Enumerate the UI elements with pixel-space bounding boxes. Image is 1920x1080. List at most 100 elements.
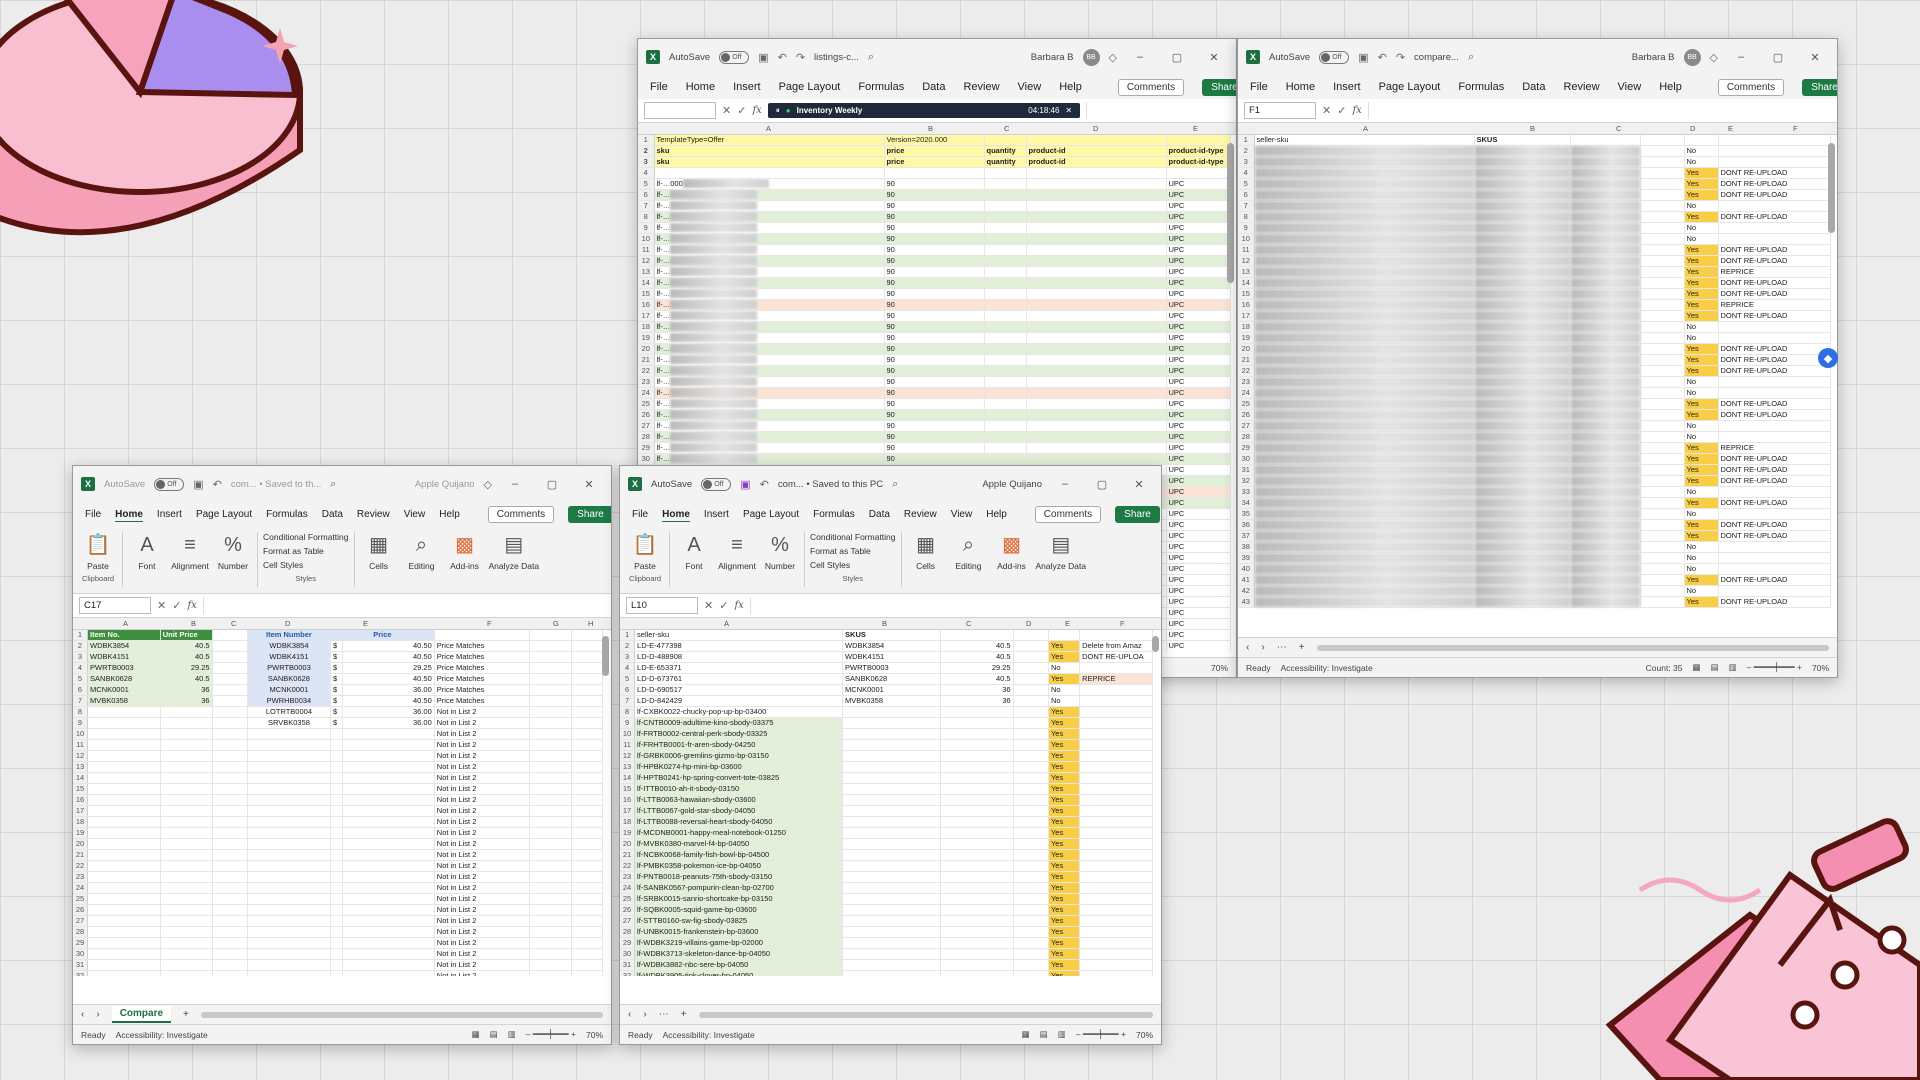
cell[interactable]: 23 (638, 376, 655, 388)
cell[interactable]: 26 (620, 904, 636, 916)
search-icon[interactable]: ⌕ (892, 478, 898, 491)
addins-group[interactable]: ▩ Add-ins (993, 530, 1031, 589)
cell[interactable] (1079, 915, 1153, 927)
cell[interactable] (1079, 783, 1153, 795)
cell[interactable]: 90 (884, 200, 985, 212)
cell[interactable]: x (1254, 497, 1475, 509)
cell[interactable] (1640, 167, 1685, 179)
cell[interactable] (87, 838, 161, 850)
cell[interactable]: DONT RE-UPLOAD (1718, 288, 1831, 300)
undo-icon[interactable]: ↶ (760, 478, 769, 491)
cell[interactable] (160, 937, 213, 949)
cell[interactable]: UPC (1166, 486, 1231, 498)
cell[interactable]: x (1254, 277, 1475, 289)
cell[interactable]: lf-…xxxxxxxxxxxxxxxxxxxxxxx (654, 299, 885, 311)
cell[interactable]: x (1474, 365, 1571, 377)
cell[interactable]: No (1684, 552, 1719, 564)
cell[interactable]: Not in List 2 (434, 970, 531, 976)
cell[interactable]: DONT RE-UPLOAD (1718, 475, 1831, 487)
cell[interactable]: 19 (73, 827, 89, 839)
cell[interactable] (529, 937, 572, 949)
cell[interactable] (842, 959, 941, 971)
cell[interactable] (984, 398, 1027, 410)
dropbox-icon[interactable]: ◆ (1818, 348, 1838, 368)
cell[interactable] (87, 959, 161, 971)
cell[interactable] (87, 926, 161, 938)
cell[interactable] (160, 860, 213, 872)
cell[interactable] (984, 233, 1027, 245)
alignment-group[interactable]: ≡ Alignment (171, 530, 209, 589)
cell[interactable]: Yes (1684, 343, 1719, 355)
cell[interactable]: DONT RE-UPLOAD (1718, 354, 1831, 366)
add-sheet-icon[interactable]: + (1299, 642, 1305, 653)
cell[interactable] (212, 640, 248, 652)
cell[interactable] (1013, 783, 1049, 795)
cell[interactable] (529, 970, 572, 976)
cell[interactable] (1013, 959, 1049, 971)
cell[interactable] (330, 970, 344, 976)
cell[interactable] (1079, 827, 1153, 839)
cell[interactable]: 90 (884, 398, 985, 410)
cell[interactable]: Not in List 2 (434, 871, 531, 883)
cell[interactable]: LD-D-690517 (634, 684, 844, 696)
cell[interactable] (984, 167, 1027, 179)
cell[interactable] (1013, 728, 1049, 740)
cell[interactable]: UPC (1166, 222, 1231, 234)
cell[interactable] (1079, 871, 1153, 883)
cell[interactable]: Yes (1684, 475, 1719, 487)
cell[interactable]: product-id (1026, 156, 1167, 168)
cell[interactable]: Not in List 2 (434, 838, 531, 850)
tab-formulas[interactable]: Formulas (813, 509, 855, 520)
cell[interactable] (212, 717, 248, 729)
cell[interactable] (212, 937, 248, 949)
cell[interactable] (160, 849, 213, 861)
cell[interactable] (940, 728, 1014, 740)
cell[interactable] (342, 838, 435, 850)
cell[interactable]: x (1254, 530, 1475, 542)
cell[interactable] (160, 772, 213, 784)
cell[interactable]: 10 (1238, 233, 1255, 245)
cell[interactable]: Yes (1048, 717, 1081, 729)
cell[interactable]: x (1570, 585, 1641, 597)
cell[interactable] (330, 915, 344, 927)
cell[interactable] (1640, 398, 1685, 410)
cell[interactable]: x (1474, 321, 1571, 333)
cell[interactable] (842, 948, 941, 960)
cell[interactable]: x (1570, 211, 1641, 223)
cell[interactable]: Yes (1684, 189, 1719, 201)
cell[interactable] (1013, 838, 1049, 850)
cell[interactable]: UPC (1166, 552, 1231, 564)
cell[interactable]: price (884, 145, 985, 157)
tab-insert[interactable]: Insert (157, 509, 182, 520)
cell[interactable] (87, 783, 161, 795)
page-layout-view-icon[interactable]: ▤ (1040, 1029, 1048, 1040)
cell[interactable]: 13 (620, 761, 636, 773)
cell[interactable]: 30 (620, 948, 636, 960)
tab-file[interactable]: File (85, 509, 101, 520)
cell[interactable]: 36 (940, 695, 1014, 707)
cell[interactable] (1640, 497, 1685, 509)
cell[interactable] (571, 915, 604, 927)
cell[interactable]: 36.00 (342, 717, 435, 729)
cell[interactable]: Yes (1684, 596, 1719, 608)
file-name[interactable]: listings-c... (814, 52, 859, 63)
cell[interactable]: UPC (1166, 464, 1231, 476)
cell[interactable]: x (1254, 431, 1475, 443)
cell[interactable] (1640, 255, 1685, 267)
cell[interactable]: 1 (1238, 135, 1255, 146)
cell[interactable] (940, 882, 1014, 894)
cell[interactable]: x (1254, 475, 1475, 487)
comments-button[interactable]: Comments (1717, 78, 1785, 96)
cell[interactable]: DONT RE-UPLOAD (1718, 310, 1831, 322)
avatar[interactable]: BB (1683, 48, 1701, 66)
cell[interactable] (1718, 135, 1831, 146)
cell[interactable] (1640, 354, 1685, 366)
cell[interactable] (1079, 794, 1153, 806)
cell[interactable]: x (1254, 409, 1475, 421)
cell[interactable]: lf-MCDNB0001-happy-meal-notebook-01250 (634, 827, 844, 839)
cell[interactable] (1013, 684, 1049, 696)
cell[interactable]: Item Number (247, 630, 331, 641)
cell[interactable]: x (1474, 420, 1571, 432)
cell[interactable]: lf-…xxxxxxxxxxxxxxxxxxxxxxx (654, 233, 885, 245)
cell[interactable] (330, 871, 344, 883)
